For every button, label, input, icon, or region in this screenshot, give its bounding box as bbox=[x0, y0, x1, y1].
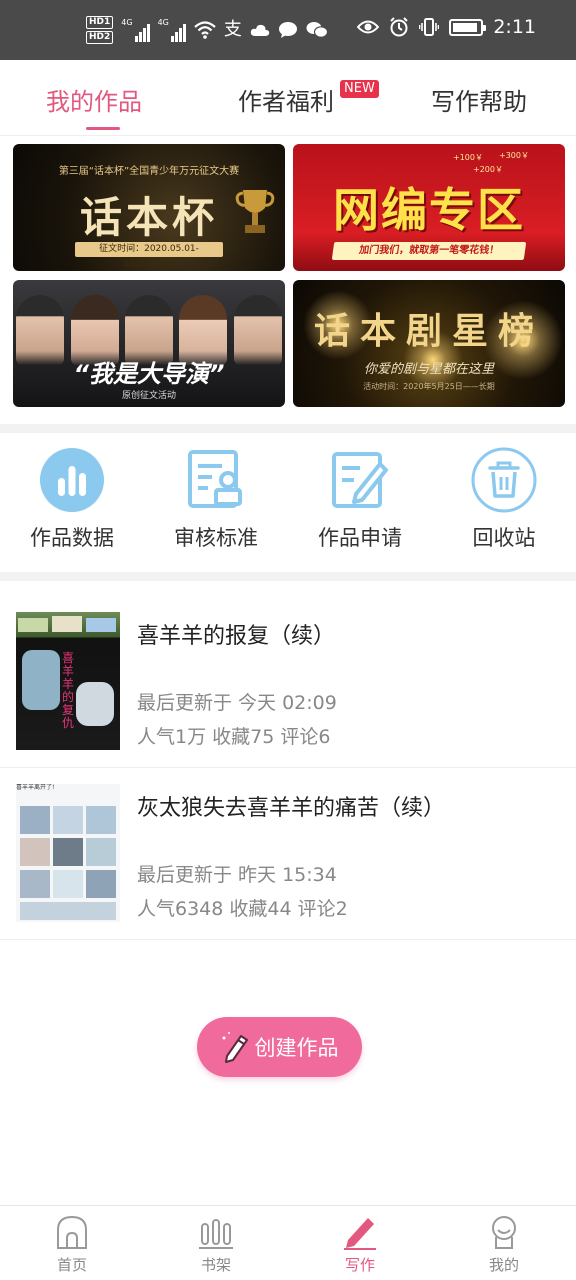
banner-2-slogan: 加门我们，就取第一笔零花钱！ bbox=[331, 242, 527, 260]
banner-1-dates: 征文时间：2020.05.01-2020.08.10 bbox=[75, 242, 223, 269]
battery-icon bbox=[449, 18, 487, 36]
nav-profile-label: 我的 bbox=[488, 1256, 519, 1274]
action-work-application[interactable]: 作品申请 bbox=[288, 446, 432, 552]
work-cover-2: 喜羊羊离开了! bbox=[16, 784, 120, 922]
profile-icon bbox=[492, 1216, 516, 1249]
tab-writing-help[interactable]: 写作帮助 bbox=[431, 82, 527, 117]
pencil-icon bbox=[222, 1032, 248, 1063]
banner-3-photo bbox=[13, 280, 285, 365]
eye-icon bbox=[357, 20, 380, 34]
banner-3-subtitle: 原创征文活动 bbox=[121, 391, 176, 401]
banner-2-title: 网编专区 bbox=[333, 183, 525, 237]
section-divider bbox=[0, 424, 576, 433]
tab-author-benefits[interactable]: 作者福利 bbox=[238, 82, 334, 117]
banner-2-price-1: +100￥ bbox=[453, 153, 483, 162]
work-1-stats: 人气1万 收藏75 评论6 bbox=[137, 726, 331, 748]
tab-my-works[interactable]: 我的作品 bbox=[46, 82, 142, 117]
banner-4-title: 话本剧星榜 bbox=[313, 310, 544, 352]
alipay-icon: 支 bbox=[223, 19, 242, 40]
hd2-badge: HD2 bbox=[86, 31, 114, 44]
banner-2-price-2: +300￥ bbox=[499, 151, 529, 160]
network-type-1: 4G bbox=[121, 18, 133, 27]
work-item-2[interactable]: 喜羊羊离开了! 灰太狼失去喜羊羊的痛苦（续） 最后更新于 昨天 15:34 人气… bbox=[0, 768, 576, 940]
work-cover-2-text: 喜羊羊离开了! bbox=[16, 784, 55, 791]
signal-icon: 4G bbox=[121, 18, 150, 42]
nav-home[interactable]: 首页 bbox=[0, 1206, 144, 1280]
create-work-label: 创建作品 bbox=[254, 1036, 339, 1060]
network-type-2: 4G bbox=[157, 18, 169, 27]
pen-icon bbox=[344, 1218, 376, 1250]
vibrate-icon bbox=[419, 18, 440, 36]
status-right: 2:11 bbox=[357, 16, 536, 38]
status-left: HD1 HD2 4G 4G 支 bbox=[86, 16, 328, 44]
action-work-data-label: 作品数据 bbox=[30, 526, 114, 550]
action-recycle-bin[interactable]: 回收站 bbox=[432, 446, 576, 552]
action-work-data[interactable]: 作品数据 bbox=[0, 446, 144, 552]
bar-chart-icon bbox=[40, 448, 104, 512]
work-cover-1-text: 喜羊羊的复仇 bbox=[62, 651, 75, 730]
bookshelf-icon bbox=[199, 1219, 233, 1249]
battery-level bbox=[453, 22, 477, 32]
banner-director[interactable]: “我是大导演” 原创征文活动 bbox=[13, 280, 285, 407]
banner-star-ranking[interactable]: 话本剧星榜 你爱的剧与星都在这里 活动时间：2020年5月25日——长期 bbox=[293, 280, 565, 407]
work-1-title: 喜羊羊的报复（续） bbox=[137, 624, 336, 649]
work-item-1[interactable]: 喜羊羊的复仇 喜羊羊的报复（续） 最后更新于 今天 02:09 人气1万 收藏7… bbox=[0, 596, 576, 768]
wechat-icon bbox=[306, 22, 328, 38]
chat-icon bbox=[278, 22, 297, 38]
nav-bookshelf-label: 书架 bbox=[200, 1256, 231, 1274]
wifi-icon bbox=[194, 21, 216, 39]
nav-write-label: 写作 bbox=[344, 1256, 375, 1274]
work-2-title: 灰太狼失去喜羊羊的痛苦（续） bbox=[137, 796, 446, 821]
active-tab-indicator bbox=[86, 127, 120, 130]
work-1-updated: 最后更新于 今天 02:09 bbox=[137, 692, 337, 714]
action-work-application-label: 作品申请 bbox=[318, 526, 402, 550]
trophy-icon bbox=[235, 190, 275, 233]
hd1-badge: HD1 bbox=[86, 16, 114, 29]
alarm-icon bbox=[390, 17, 409, 37]
review-icon bbox=[188, 450, 242, 508]
nav-home-label: 首页 bbox=[56, 1256, 87, 1274]
home-icon bbox=[57, 1215, 87, 1249]
clock: 2:11 bbox=[493, 16, 536, 38]
banner-4-dates: 活动时间：2020年5月25日——长期 bbox=[363, 382, 495, 391]
create-work-button[interactable]: 创建作品 bbox=[197, 1017, 362, 1077]
banner-huaben-cup[interactable]: 第三届“话本杯”全国青少年万元征文大赛 话本杯 征文时间：2020.05.01-… bbox=[13, 144, 285, 271]
work-2-updated: 最后更新于 昨天 15:34 bbox=[137, 864, 337, 886]
action-review-standards-label: 审核标准 bbox=[174, 526, 258, 550]
banner-1-heading: 第三届“话本杯”全国青少年万元征文大赛 bbox=[58, 166, 240, 177]
bottom-nav: 首页 书架 写作 我的 bbox=[0, 1205, 576, 1280]
signal-icon-2: 4G bbox=[158, 18, 186, 42]
cloud-icon bbox=[250, 24, 270, 36]
work-cover-1: 喜羊羊的复仇 bbox=[16, 612, 120, 750]
new-badge: NEW bbox=[340, 80, 379, 98]
nav-profile[interactable]: 我的 bbox=[432, 1206, 576, 1280]
trash-icon bbox=[471, 447, 537, 513]
action-review-standards[interactable]: 审核标准 bbox=[144, 446, 288, 552]
hd-indicators: HD1 HD2 bbox=[86, 16, 114, 44]
work-2-stats: 人气6348 收藏44 评论2 bbox=[137, 898, 348, 920]
top-tabs: 我的作品 作者福利 写作帮助 bbox=[0, 60, 576, 136]
nav-bookshelf[interactable]: 书架 bbox=[144, 1206, 288, 1280]
action-recycle-bin-label: 回收站 bbox=[472, 526, 536, 550]
edit-document-icon bbox=[332, 452, 388, 508]
nav-write[interactable]: 写作 bbox=[288, 1206, 432, 1280]
banner-3-title: “我是大导演” bbox=[73, 360, 225, 388]
status-bar: HD1 HD2 4G 4G 支 2:11 bbox=[0, 0, 576, 60]
banner-4-caption: 你爱的剧与星都在这里 bbox=[363, 362, 494, 377]
banner-editor-zone[interactable]: +100￥ +300￥ +200￥ 网编专区 加门我们，就取第一笔零花钱！ bbox=[293, 144, 565, 271]
section-divider-2 bbox=[0, 572, 576, 581]
